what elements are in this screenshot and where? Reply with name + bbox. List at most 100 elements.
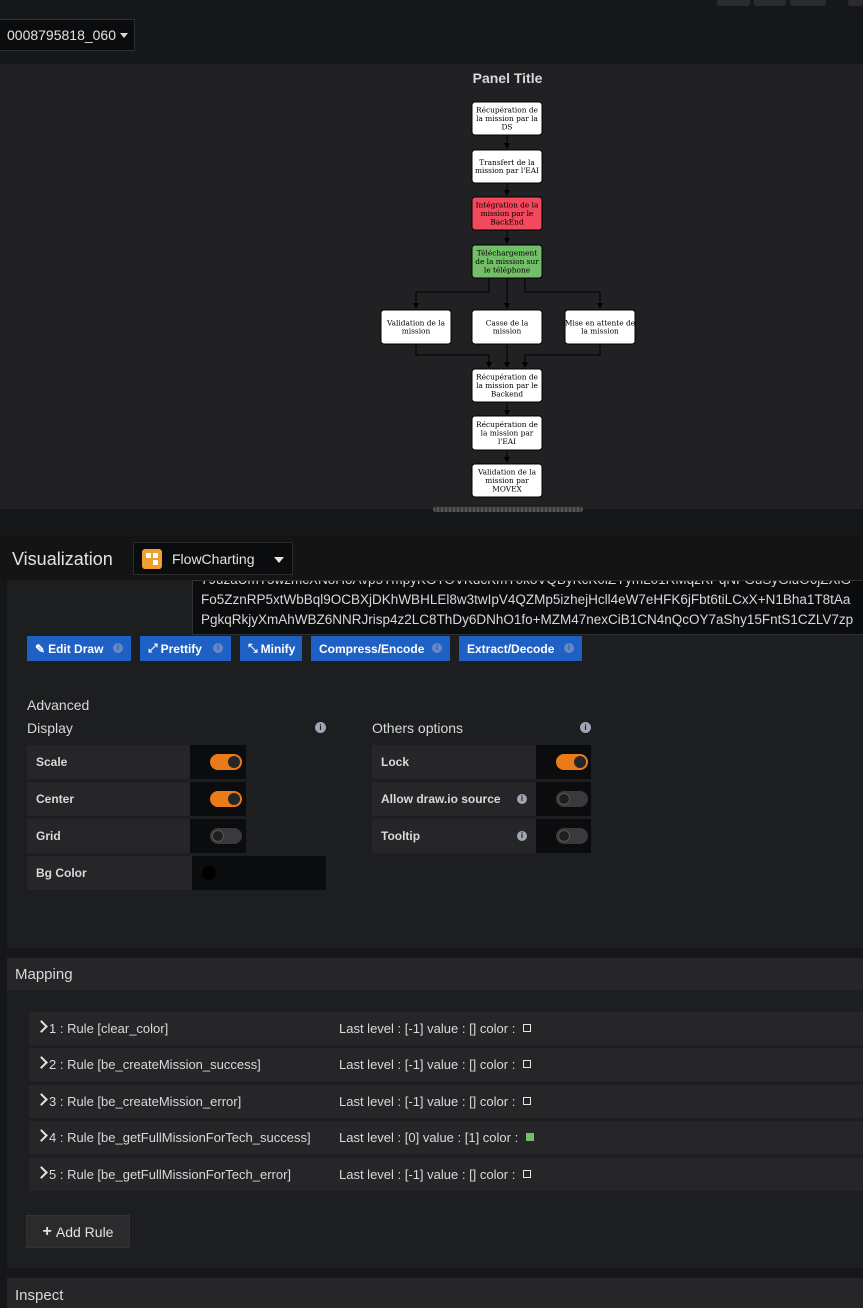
bg-color-picker[interactable] [192,856,326,890]
scale-label: Scale [27,745,190,779]
rule-color-swatch [526,1133,534,1141]
compress-icon: ⤡ [248,641,258,655]
rule-name: 3 : Rule [be_createMission_error] [49,1094,242,1109]
flow-node-label: le téléphone [484,265,530,274]
flow-node[interactable]: Téléchargementde la mission surle téléph… [471,244,543,279]
flow-node[interactable]: Mise en attente dela mission [564,309,636,345]
chevron-right-icon[interactable] [35,1166,48,1179]
tooltip-toggle-field [536,819,591,853]
rule-row[interactable]: 4 : Rule [be_getFullMissionForTech_succe… [29,1121,863,1154]
inspect-title: Inspect [15,1287,64,1304]
flow-node[interactable]: Validation de lamission parMOVEX [471,463,543,498]
panel-resize-handle[interactable] [433,507,583,512]
flow-edge [415,344,492,368]
flowcharting-logo-icon [142,548,162,569]
rule-meta: Last level : [-1] value : [] color : [339,1167,516,1182]
grid-toggle[interactable] [210,828,242,844]
flow-node[interactable]: Récupération dela mission par laDS [471,101,543,136]
rule-color-swatch [523,1060,531,1068]
variable-select[interactable]: 0008795818_060 [0,19,135,51]
flow-node[interactable]: Casse de lamission [471,309,543,345]
extract-decode-button[interactable]: Extract/Decode i [459,636,582,661]
rule-row[interactable]: 2 : Rule [be_createMission_success] Last… [29,1048,863,1081]
center-toggle[interactable] [210,791,242,807]
info-icon: i [213,643,223,653]
color-swatch[interactable] [202,866,216,880]
rule-name: 1 : Rule [clear_color] [49,1021,169,1036]
rule-meta: Last level : [0] value : [1] color : [339,1130,519,1145]
rule-name: 5 : Rule [be_getFullMissionForTech_error… [49,1167,292,1182]
flow-node-label: mission [493,327,522,336]
expand-icon: ⤢ [148,641,158,655]
info-icon: i [517,794,527,804]
center-label: Center [27,782,190,816]
rule-color-swatch [523,1170,531,1178]
advanced-heading: Advanced [27,697,90,713]
info-icon: i [315,722,326,733]
flow-node[interactable]: Validation de lamission [380,309,452,345]
center-toggle-field [190,782,246,816]
plus-icon: + [42,1222,52,1240]
flow-node[interactable]: Récupération dela mission parl'EAI [471,415,543,451]
flow-node-label: Backend [491,389,524,398]
toolbar-button[interactable] [790,0,826,6]
flow-edge [522,344,601,368]
flow-node-label: BackEnd [490,217,524,226]
prettify-label: Prettify [160,641,202,656]
info-icon: i [580,722,591,733]
visualization-label: Visualization [12,549,113,569]
chevron-right-icon[interactable] [35,1056,48,1069]
tooltip-toggle[interactable] [556,828,588,844]
rule-row[interactable]: 5 : Rule [be_getFullMissionForTech_error… [29,1158,863,1191]
toolbar-button[interactable] [754,0,786,6]
edit-draw-label: Edit Draw [48,641,104,656]
minify-button[interactable]: ⤡ Minify [240,636,302,661]
xml-source-textarea[interactable]: 79uzaUmT5wzmcXN8HoAvp5TmpyKGTOVKucKmT0k8… [192,580,863,635]
visualization-header [0,536,863,580]
flow-node[interactable]: Intégration de lamission par leBackEnd [471,196,543,231]
edit-draw-button[interactable]: ✎ Edit Draw i [27,636,131,661]
info-icon: i [564,643,574,653]
toolbar-button[interactable] [848,0,863,6]
flow-node-label: la mission [581,327,619,336]
prettify-button[interactable]: ⤢ Prettify i [140,636,231,661]
lock-label: Lock [372,745,536,779]
lock-toggle-field [536,745,591,779]
rule-row[interactable]: 1 : Rule [clear_color] Last level : [-1]… [29,1012,863,1045]
chevron-right-icon[interactable] [35,1020,48,1033]
chevron-right-icon[interactable] [35,1093,48,1106]
pencil-icon: ✎ [35,641,46,656]
mapping-section-header[interactable]: Mapping [7,958,863,990]
rule-name: 2 : Rule [be_createMission_success] [49,1057,261,1072]
flowchart-diagram: Récupération dela mission par laDS Transf… [380,101,636,498]
tooltip-label: Tooltip i [372,819,536,853]
info-icon: i [432,643,442,653]
rule-row[interactable]: 3 : Rule [be_createMission_error] Last l… [29,1085,863,1118]
chevron-down-icon [274,557,284,563]
variable-value: 0008795818_060 [7,27,117,43]
chevron-right-icon[interactable] [35,1129,48,1142]
visualization-picker[interactable]: FlowCharting [133,542,293,575]
flow-node-label: l'EAI [498,437,516,446]
lock-toggle[interactable] [556,754,588,770]
extract-decode-label: Extract/Decode [467,641,555,656]
flow-node[interactable]: Récupération dela mission par leBackend [471,368,543,403]
rule-color-swatch [523,1097,531,1105]
allow-drawio-toggle[interactable] [556,791,588,807]
display-heading: Display [27,720,73,736]
compress-encode-button[interactable]: Compress/Encode i [311,636,450,661]
top-bar: 0008795818_060 [0,0,863,64]
flow-edge [413,278,490,309]
add-rule-button[interactable]: + Add Rule [26,1215,130,1248]
minify-label: Minify [260,641,296,656]
flow-node-label: DS [502,122,513,131]
scale-toggle-field [190,745,246,779]
flow-edge [524,278,603,309]
toolbar-button[interactable] [717,0,750,6]
bg-color-label: Bg Color [27,856,192,890]
flow-node-label: mission [402,327,431,336]
flow-node[interactable]: Transfert de lamission par l'EAI [471,149,543,184]
scale-toggle[interactable] [210,754,242,770]
grid-toggle-field [190,819,246,853]
flow-node-label: mission par l'EAI [475,166,539,175]
